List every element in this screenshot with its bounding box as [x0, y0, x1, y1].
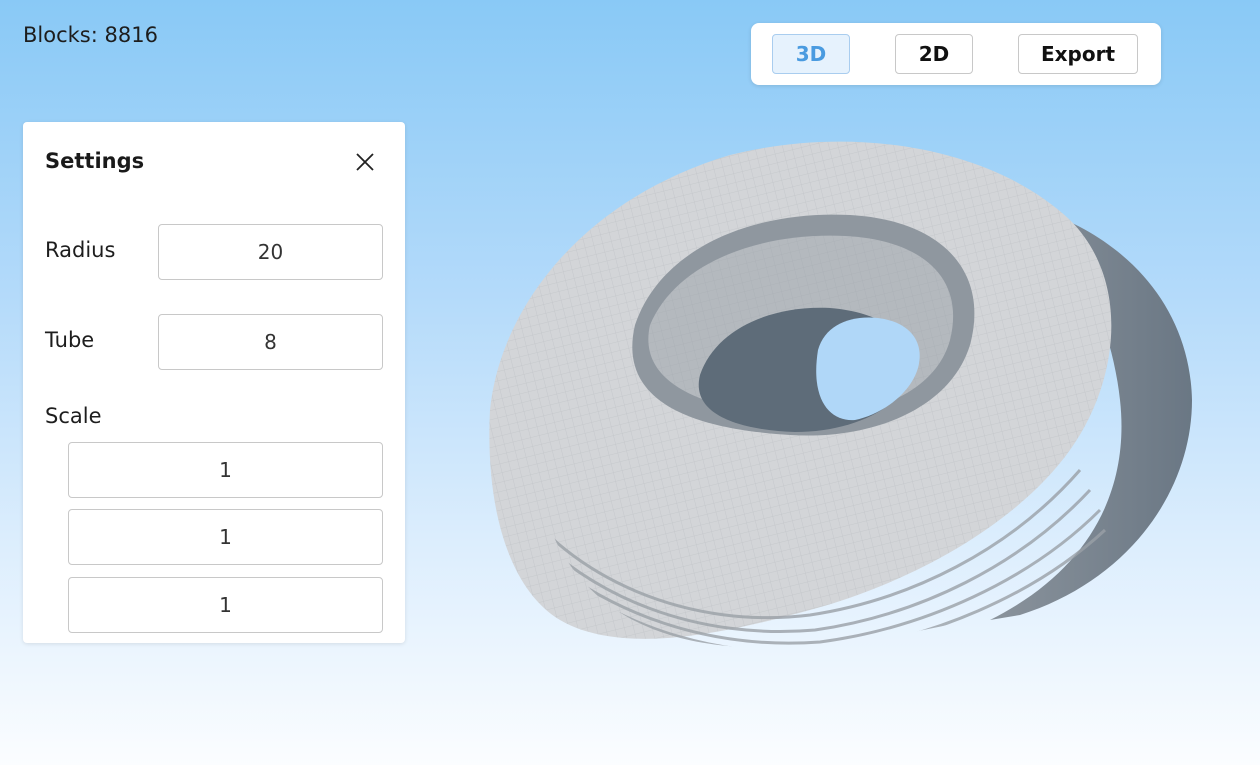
block-count-value: 8816: [104, 23, 158, 47]
block-count-readout: Blocks: 8816: [23, 23, 158, 47]
tube-label: Tube: [45, 328, 95, 352]
close-icon: [356, 153, 374, 171]
settings-panel: Settings Radius Tube Scale: [23, 122, 405, 643]
voxel-torus-viewport[interactable]: [430, 110, 1230, 710]
block-count-label: Blocks:: [23, 23, 98, 47]
scale-label: Scale: [45, 404, 102, 428]
settings-title: Settings: [45, 149, 145, 173]
view-3d-button[interactable]: 3D: [772, 34, 850, 74]
view-2d-button[interactable]: 2D: [895, 34, 973, 74]
export-button[interactable]: Export: [1018, 34, 1138, 74]
view-toolbar: 3D 2D Export: [751, 23, 1161, 85]
scale-x-input[interactable]: [68, 442, 383, 498]
radius-input[interactable]: [158, 224, 383, 280]
close-button[interactable]: [351, 148, 379, 176]
tube-input[interactable]: [158, 314, 383, 370]
scale-z-input[interactable]: [68, 577, 383, 633]
scale-y-input[interactable]: [68, 509, 383, 565]
radius-label: Radius: [45, 238, 116, 262]
